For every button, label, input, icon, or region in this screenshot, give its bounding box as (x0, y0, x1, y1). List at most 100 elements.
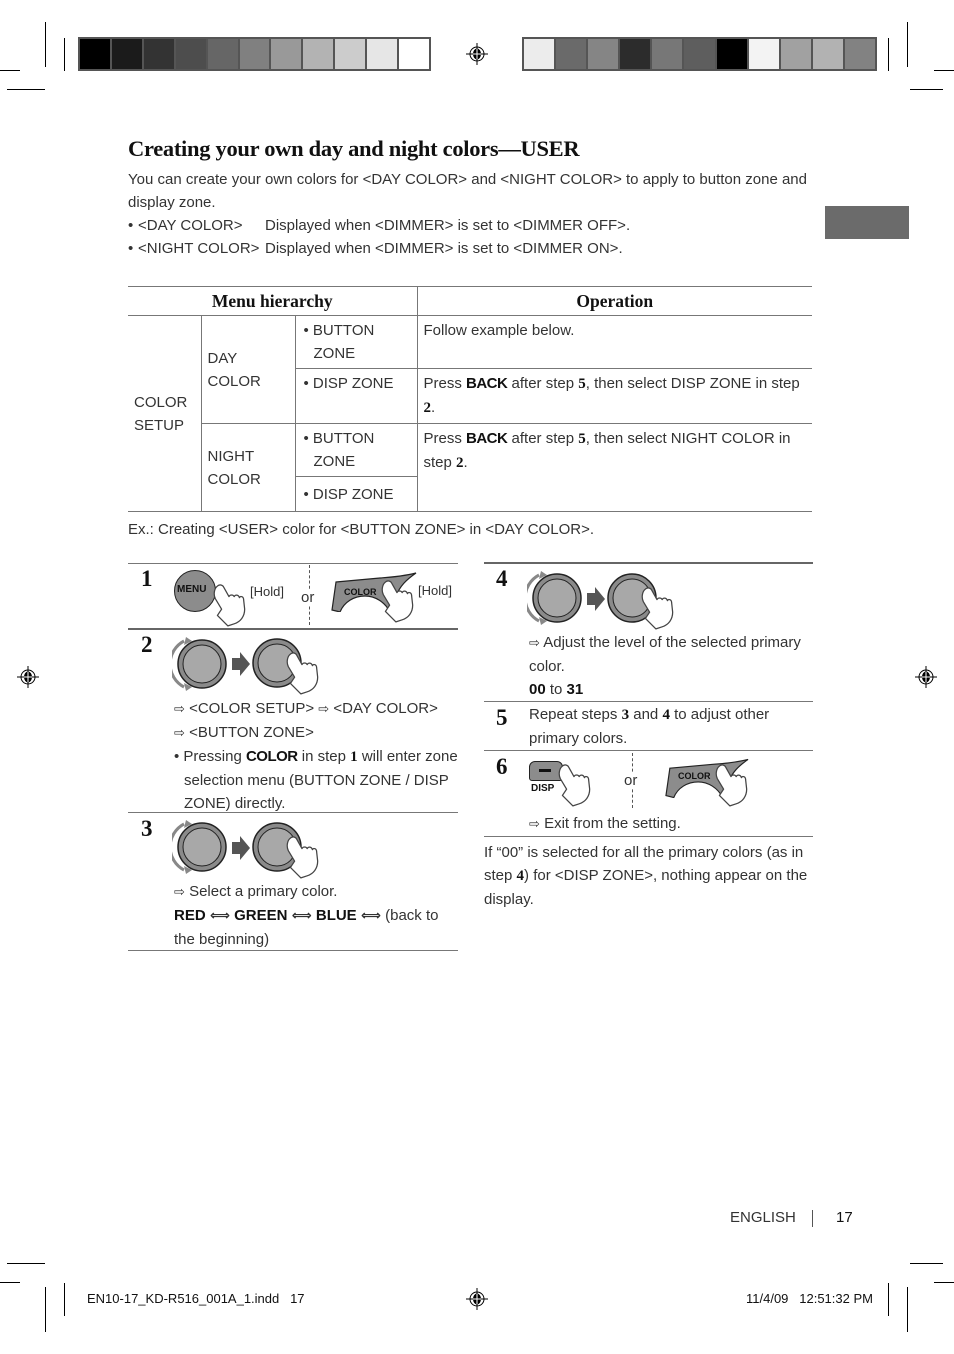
crop-mark (45, 22, 46, 67)
color-swatch (748, 39, 779, 69)
press-hand-icon (715, 764, 748, 807)
step-2-text: ⇨ <COLOR SETUP> ⇨ <DAY COLOR> ⇨ <BUTTON … (174, 700, 458, 812)
color-swatch (111, 39, 142, 69)
step-number: 3 (141, 816, 153, 841)
bullet-day-color: • <DAY COLOR> Displayed when <DIMMER> is… (128, 217, 631, 234)
page-title: Creating your own day and night colors—U… (128, 136, 580, 161)
or-label: or (301, 589, 315, 606)
arrow-right-icon (232, 652, 250, 676)
crop-mark (45, 1287, 46, 1332)
step-number: 4 (496, 566, 508, 591)
color-swatch (524, 39, 555, 69)
press-hand-icon (641, 587, 674, 630)
color-swatch (844, 39, 876, 69)
crop-mark (934, 1282, 954, 1283)
step-divider (484, 836, 813, 837)
operation-day-disp-zone: Press BACK after step 5, then select DIS… (416, 368, 812, 424)
menu-group-day-color: DAY COLOR (200, 315, 296, 424)
step-divider (128, 563, 458, 564)
registration-mark-icon (466, 1288, 488, 1310)
hold-label: [Hold] (250, 584, 284, 599)
crop-mark (910, 1263, 943, 1264)
color-swatch (588, 39, 619, 69)
print-slug-timestamp: 11/4/09 12:51:32 PM (746, 1291, 873, 1306)
step-divider (484, 562, 813, 564)
color-swatch (175, 39, 206, 69)
intro-text: You can create your own colors for <DAY … (128, 171, 807, 211)
step-6-text: ⇨ Exit from the setting. (529, 815, 681, 832)
header-menu-hierarchy: Menu hierarchy (128, 286, 418, 316)
color-button-label: COLOR (344, 587, 377, 597)
color-swatch (207, 39, 238, 69)
menu-item-day-button-zone: • BUTTON ZONE (294, 315, 418, 369)
intro-block: You can create your own colors for <DAY … (128, 168, 808, 260)
step-number: 6 (496, 754, 508, 779)
arrow-right-icon (232, 836, 250, 860)
color-swatch (399, 39, 429, 69)
crop-mark (64, 38, 65, 71)
step-5-text: Repeat steps 3 and 4 to adjust other pri… (529, 706, 770, 747)
press-hand-icon (381, 580, 414, 623)
table-header-row: Menu hierarchy Operation (128, 286, 812, 316)
example-caption: Ex.: Creating <USER> color for <BUTTON Z… (128, 521, 594, 538)
menu-group-night-color: NIGHT COLOR (201, 423, 296, 512)
operation-night-color: Press BACK after step 5, then select NIG… (416, 423, 812, 512)
color-swatch (716, 39, 747, 69)
crop-mark (7, 1263, 45, 1264)
step-4-text: ⇨ Adjust the level of the selected prima… (529, 634, 801, 698)
header-operation: Operation (417, 286, 812, 316)
step-divider (128, 812, 458, 813)
crop-mark (934, 70, 954, 71)
crop-mark (888, 1283, 889, 1316)
table-row: NIGHT COLOR • BUTTON ZONE Press BACK aft… (128, 423, 812, 512)
bullet-night-color: • <NIGHT COLOR> Displayed when <DIMMER> … (128, 240, 623, 257)
registration-mark-icon (915, 666, 937, 688)
or-label: or (624, 772, 638, 789)
color-swatch (143, 39, 174, 69)
table-row: COLOR SETUP DAY COLOR • BUTTON ZONE Foll… (128, 315, 812, 512)
crop-mark (64, 1283, 65, 1316)
press-hand-icon (558, 764, 591, 807)
color-calibration-bar-left (78, 37, 431, 71)
menu-item-day-disp-zone: • DISP ZONE (295, 368, 418, 424)
rotate-knob-icon[interactable] (172, 635, 234, 693)
menu-root-color-setup: COLOR SETUP (128, 315, 202, 512)
step-divider (484, 750, 813, 751)
crop-mark (0, 70, 20, 71)
step-divider (128, 950, 458, 951)
color-swatch (80, 39, 110, 69)
arrow-right-icon (587, 587, 605, 611)
step-3-text: ⇨ Select a primary color. RED ⟺ GREEN ⟺ … (174, 883, 439, 948)
step-number: 2 (141, 632, 153, 657)
color-swatch (303, 39, 334, 69)
color-swatch (335, 39, 366, 69)
color-button-label: COLOR (678, 771, 711, 781)
registration-mark-icon (466, 43, 488, 65)
press-hand-icon (286, 836, 319, 879)
crop-mark (0, 1282, 20, 1283)
menu-hierarchy-table: Menu hierarchy Operation COLOR SETUP DAY… (128, 286, 812, 512)
color-swatch (620, 39, 651, 69)
section-tab-marker (825, 206, 909, 239)
menu-item-night-disp-zone: • DISP ZONE (295, 476, 417, 512)
color-swatch (652, 39, 683, 69)
footer-language: ENGLISH (730, 1209, 796, 1226)
press-hand-icon (213, 584, 246, 627)
operation-day-button-zone: Follow example below. (416, 315, 812, 369)
step-divider (484, 701, 813, 702)
crop-mark (907, 1287, 908, 1332)
color-swatch (780, 39, 811, 69)
footer-separator (812, 1210, 813, 1227)
color-calibration-bar-right (522, 37, 877, 71)
color-swatch (367, 39, 398, 69)
rotate-knob-icon[interactable] (172, 818, 234, 876)
step-number: 1 (141, 566, 153, 591)
step-number: 5 (496, 705, 508, 730)
print-slug-filename: EN10-17_KD-R516_001A_1.indd 17 (87, 1291, 305, 1306)
press-hand-icon (286, 652, 319, 695)
registration-mark-icon (17, 666, 39, 688)
disp-button-label: DISP (531, 783, 555, 794)
rotate-knob-icon[interactable] (527, 569, 589, 627)
menu-item-night-button-zone: • BUTTON ZONE (294, 423, 418, 477)
color-swatch (684, 39, 715, 69)
